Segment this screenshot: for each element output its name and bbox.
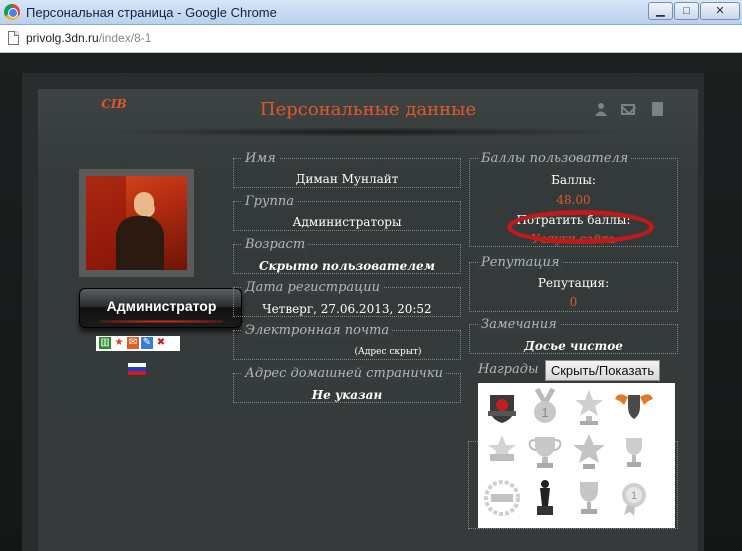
field-registered: Дата регистрации Четверг, 27.06.2013, 20… (233, 280, 461, 317)
delete-icon[interactable]: ✖ (155, 337, 167, 349)
gold-cup-award-icon[interactable] (569, 478, 609, 518)
highlight-ellipse (507, 210, 654, 244)
cup-award-icon[interactable] (525, 432, 565, 472)
field-group-value: Администраторы (292, 215, 402, 229)
close-button[interactable]: ✕ (700, 2, 740, 20)
remarks-label: Замечания (478, 317, 560, 332)
field-homepage-label: Адрес домашней странички (242, 366, 447, 381)
page-icon (8, 31, 19, 45)
window-title: Персональная страница - Google Chrome (26, 5, 277, 20)
user-tools: ▥ ★ ✉ ✎ ✖ (96, 336, 180, 351)
star-trophy-award-icon[interactable] (569, 432, 609, 472)
url-text[interactable]: privolg.3dn.ru/index/8-1 (26, 31, 151, 45)
edit-icon[interactable]: ✎ (141, 337, 153, 349)
medal-award-icon[interactable]: 1 (525, 387, 565, 427)
field-group: Группа Администраторы (233, 194, 461, 231)
ribbon-medal-award-icon[interactable]: 1 (614, 478, 654, 518)
svg-text:1: 1 (631, 490, 637, 502)
awards-label: Награды (478, 362, 539, 377)
message-icon[interactable]: ✉ (127, 337, 139, 349)
russia-flag-icon (128, 363, 146, 375)
reputation-value: 0 (569, 295, 578, 309)
small-cup-award-icon[interactable] (614, 432, 654, 472)
address-bar[interactable]: privolg.3dn.ru/index/8-1 (0, 25, 742, 53)
mail-icon[interactable] (621, 104, 635, 115)
reputation-caption: Репутация: (537, 276, 610, 290)
reputation-label: Репутация (478, 255, 563, 270)
field-registered-label: Дата регистрации (242, 280, 383, 295)
points-label: Баллы пользователя (478, 151, 632, 166)
window-titlebar: Персональная страница - Google Chrome ▁ … (0, 0, 742, 25)
avatar (79, 169, 194, 277)
reputation-box: Репутация Репутация: 0 (469, 255, 678, 312)
field-homepage-value: Не указан (311, 388, 383, 402)
maximize-button[interactable]: □ (674, 2, 699, 20)
field-email-label: Электронная почта (242, 323, 393, 338)
points-value: 48.00 (556, 193, 591, 207)
user-nickname: CIB (101, 97, 127, 111)
star-icon[interactable]: ★ (113, 337, 125, 349)
trophy-star-award-icon[interactable] (569, 387, 609, 427)
url-host: privolg.3dn.ru (26, 31, 99, 45)
field-age-label: Возраст (242, 237, 309, 252)
field-email-value: (Адрес скрыт) (354, 347, 422, 357)
oscar-statue-award-icon[interactable] (525, 478, 565, 518)
field-email: Электронная почта (Адрес скрыт) (233, 323, 461, 360)
document-icon[interactable] (652, 102, 663, 116)
url-path: /index/8-1 (98, 31, 152, 45)
user-icon[interactable] (594, 102, 608, 116)
toggle-awards-button[interactable]: Скрыть/Показать (545, 360, 660, 381)
awards-grid: 1 1 (478, 383, 675, 528)
field-name-label: Имя (242, 151, 279, 166)
group-badge: Администратор (79, 288, 242, 328)
svg-text:1: 1 (541, 405, 548, 420)
star-badge-award-icon[interactable] (482, 432, 522, 472)
field-name: Имя Диман Мунлайт (233, 151, 461, 188)
minimize-button[interactable]: ▁ (648, 2, 673, 20)
field-homepage: Адрес домашней странички Не указан (233, 366, 461, 403)
field-age: Возраст Скрыто пользователем (233, 237, 461, 274)
group-badge-label: Администратор (106, 298, 217, 314)
remarks-value: Досье чистое (524, 339, 623, 353)
field-age-value: Скрыто пользователем (258, 259, 436, 273)
field-name-value: Диман Мунлайт (295, 172, 399, 186)
winged-shield-award-icon[interactable] (614, 387, 654, 427)
remarks-box: Замечания Досье чистое (469, 317, 678, 354)
points-caption: Баллы: (551, 173, 596, 187)
shield-award-icon[interactable] (482, 387, 522, 427)
field-registered-value: Четверг, 27.06.2013, 20:52 (262, 302, 432, 316)
stats-icon[interactable]: ▥ (99, 337, 111, 349)
header-divider (98, 127, 638, 137)
chrome-logo-icon (4, 4, 20, 20)
laurel-badge-award-icon[interactable] (482, 478, 522, 518)
field-group-label: Группа (242, 194, 297, 209)
